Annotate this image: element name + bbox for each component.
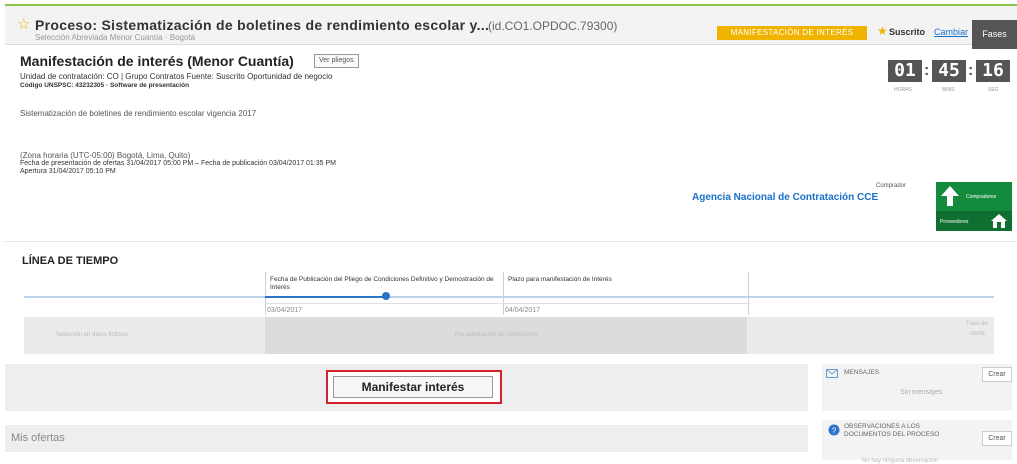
timeline-dates: 03/04/2017 04/04/2017 bbox=[265, 303, 750, 316]
comprador-label: Comprador bbox=[876, 183, 907, 189]
timeline-current-marker bbox=[382, 292, 390, 300]
timeline-stage: Pre-publicación de condiciones bbox=[455, 332, 539, 338]
compradores-logo-text: Compradores bbox=[966, 194, 997, 200]
manifestar-highlight: Manifestar interés bbox=[326, 370, 502, 404]
timer-seconds: 16 bbox=[976, 60, 1010, 82]
info-icon: ? bbox=[828, 424, 840, 436]
envelope-icon bbox=[826, 369, 838, 378]
mis-ofertas-section[interactable]: Mis ofertas bbox=[5, 425, 808, 452]
crear-observacion-button[interactable]: Crear bbox=[982, 431, 1012, 446]
unidad-contratacion: Unidad de contratación: CO | Grupo Contr… bbox=[20, 72, 333, 81]
mis-ofertas-label: Mis ofertas bbox=[11, 432, 65, 444]
apertura-date: Apertura 31/04/2017 05:10 PM bbox=[20, 168, 116, 175]
fases-button[interactable]: Fases bbox=[972, 20, 1017, 49]
proveedores-logo: Proveedores bbox=[936, 211, 1012, 231]
timer-separator: : bbox=[968, 62, 974, 79]
timer-seconds-label: SEG bbox=[988, 87, 999, 93]
process-description: Sistematización de boletines de rendimie… bbox=[20, 109, 257, 118]
status-badge: MANIFESTACIÓN DE INTERÉS bbox=[717, 26, 867, 40]
timeline-progress bbox=[265, 296, 387, 298]
observaciones-label: OBSERVACIONES A LOS DOCUMENTOS DEL PROCE… bbox=[844, 423, 940, 438]
mensajes-label: MENSAJES bbox=[844, 369, 880, 376]
timeline-stage-current: Pre-publicación de condiciones bbox=[265, 317, 747, 354]
subscribed-star-icon: ★ bbox=[877, 24, 888, 38]
timeline-date: 03/04/2017 bbox=[267, 307, 303, 314]
arrow-up-icon bbox=[941, 186, 959, 206]
process-id: (id.CO1.OPDOC.79300) bbox=[488, 19, 618, 33]
comprador-link[interactable]: Agencia Nacional de Contratación CCE bbox=[692, 192, 878, 203]
section-divider bbox=[5, 241, 1017, 242]
time-zone: (Zona horaria (UTC-05:00) Bogotá, Lima, … bbox=[20, 151, 191, 160]
codigo-unspsc: Código UNSPSC: 43232305 · Software de pr… bbox=[20, 82, 190, 89]
timer-separator: : bbox=[924, 62, 930, 79]
process-subtitle: Selección Abreviada Menor Cuantía · Bogo… bbox=[35, 33, 196, 42]
manifestar-interes-button[interactable]: Manifestar interés bbox=[333, 376, 493, 398]
mensajes-panel: MENSAJES Crear Sin mensajes bbox=[822, 364, 1012, 411]
page-title: Manifestación de interés (Menor Cuantía) bbox=[20, 53, 294, 69]
timer-hours: 01 bbox=[888, 60, 922, 82]
timer-minutes: 45 bbox=[932, 60, 966, 82]
ver-pliegos-button[interactable]: Ver pliegos bbox=[314, 54, 359, 68]
timeline-track bbox=[24, 296, 994, 298]
cambiar-link[interactable]: Cambiar bbox=[934, 27, 968, 37]
svg-text:?: ? bbox=[832, 427, 837, 436]
timeline-column-header: Fecha de Publicación del Pliego de Condi… bbox=[270, 276, 494, 291]
house-icon bbox=[991, 214, 1007, 228]
process-title: Proceso: Sistematización de boletines de… bbox=[35, 17, 490, 33]
timeline-date: 04/04/2017 bbox=[505, 307, 541, 314]
countdown-timer: 01 : 45 : 16 HORAS MINS SEG bbox=[888, 60, 1012, 96]
crear-mensaje-button[interactable]: Crear bbox=[982, 367, 1012, 382]
suscrito-label: Suscrito bbox=[889, 27, 926, 37]
proveedores-logo-text: Proveedores bbox=[940, 219, 969, 225]
observaciones-panel: ? OBSERVACIONES A LOS DOCUMENTOS DEL PRO… bbox=[822, 420, 1012, 464]
star-icon[interactable]: ☆ bbox=[17, 17, 30, 32]
no-hay-observaciones-text: No hay ninguna observación bbox=[862, 458, 939, 464]
timer-hours-label: HORAS bbox=[894, 87, 912, 93]
timeline-column-header: Plazo para manifestación de Interés bbox=[508, 276, 612, 283]
process-header: ☆ Proceso: Sistematización de boletines … bbox=[5, 6, 1017, 49]
timeline-title: LÍNEA DE TIEMPO bbox=[22, 255, 119, 267]
timer-minutes-label: MINS bbox=[942, 87, 955, 93]
sin-mensajes-text: Sin mensajes bbox=[900, 389, 943, 396]
timeline-stage: Fase de oferta bbox=[966, 321, 988, 337]
process-dates: Fecha de presentación de ofertas 31/04/2… bbox=[20, 160, 336, 167]
compradores-logo: Compradores bbox=[936, 182, 1012, 211]
timeline-stage: Selección en datos ficticios bbox=[56, 332, 129, 338]
